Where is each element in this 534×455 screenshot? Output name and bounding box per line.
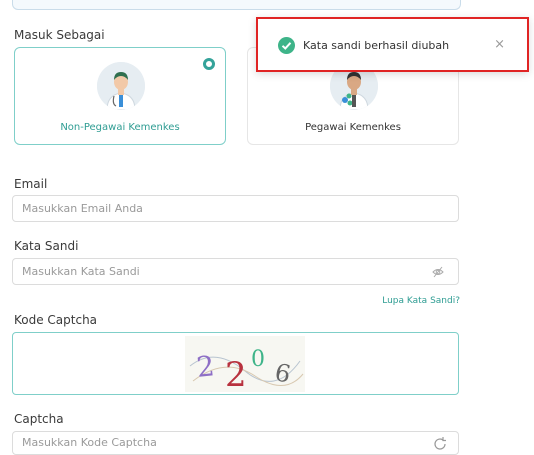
close-icon[interactable]: × <box>494 36 505 53</box>
password-placeholder: Masukkan Kata Sandi <box>22 265 140 278</box>
svg-text:2: 2 <box>195 349 216 384</box>
password-label: Kata Sandi <box>14 239 79 253</box>
email-label: Email <box>14 177 48 191</box>
eye-slash-icon[interactable] <box>432 266 444 278</box>
password-input[interactable]: Masukkan Kata Sandi <box>12 258 459 285</box>
svg-text:2: 2 <box>225 355 247 392</box>
forgot-password-link[interactable]: Lupa Kata Sandi? <box>382 296 460 306</box>
email-input[interactable]: Masukkan Email Anda <box>12 195 459 222</box>
captcha-label: Captcha <box>14 412 64 426</box>
captcha-input[interactable]: Masukkan Kode Captcha <box>12 431 459 455</box>
captcha-image: 2 2 0 6 <box>185 336 305 395</box>
option-non-pegawai[interactable]: Non-Pegawai Kemenkes <box>14 47 226 145</box>
captcha-placeholder: Masukkan Kode Captcha <box>22 436 157 449</box>
previous-field-edge <box>12 0 461 10</box>
doctor-avatar-icon <box>97 62 145 110</box>
refresh-icon[interactable] <box>432 436 448 452</box>
toast-message: Kata sandi berhasil diubah <box>303 39 450 52</box>
captcha-image-box: 2 2 0 6 <box>12 332 459 395</box>
radio-selected-icon <box>203 58 215 70</box>
option-label: Pegawai Kemenkes <box>305 122 401 133</box>
svg-text:0: 0 <box>251 347 265 372</box>
captcha-code-label: Kode Captcha <box>14 313 98 327</box>
check-circle-icon <box>278 37 295 54</box>
success-toast: Kata sandi berhasil diubah × <box>256 17 529 72</box>
login-as-label: Masuk Sebagai <box>14 28 105 42</box>
option-label: Non-Pegawai Kemenkes <box>60 122 180 133</box>
